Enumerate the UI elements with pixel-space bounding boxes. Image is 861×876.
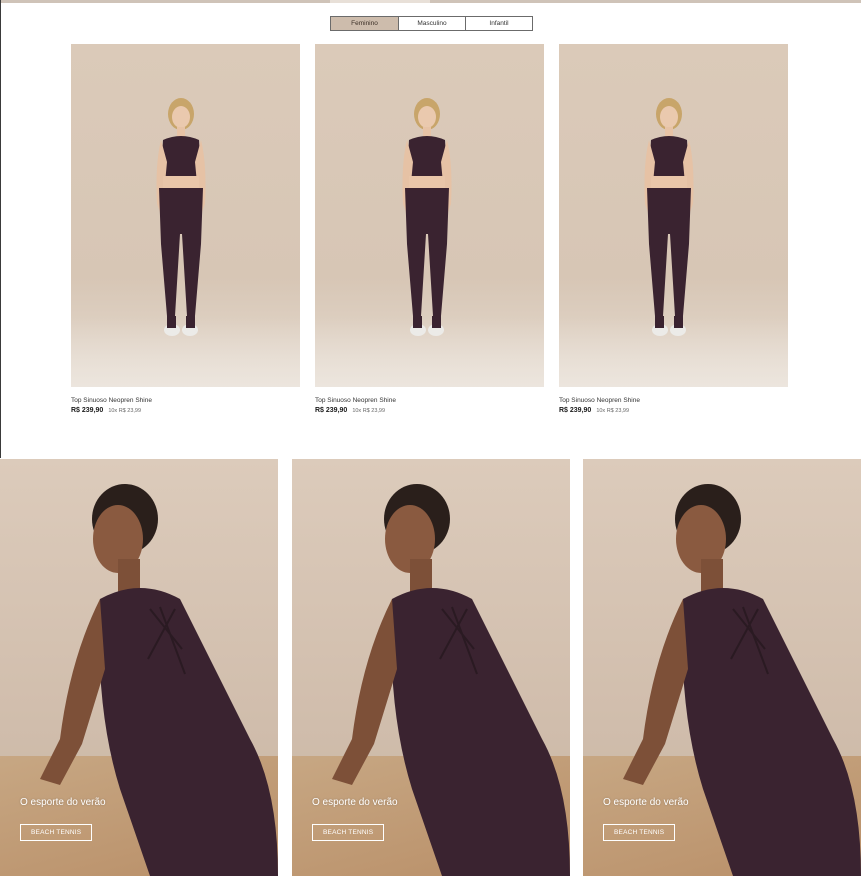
banner-headline: O esporte do verão	[603, 797, 689, 808]
price-row: R$ 239,90 10x R$ 23,99	[315, 407, 544, 414]
product-photo[interactable]	[71, 44, 300, 387]
product-card[interactable]: Top Sinuoso Neopren Shine R$ 239,90 10x …	[71, 44, 300, 414]
product-card[interactable]: Top Sinuoso Neopren Shine R$ 239,90 10x …	[559, 44, 788, 414]
product-photo[interactable]	[315, 44, 544, 387]
promo-banner[interactable]: O esporte do verão BEACH TENNIS	[583, 459, 861, 876]
installments: 10x R$ 23,99	[352, 408, 386, 414]
product-price: R$ 239,90	[71, 407, 104, 414]
athlete-figure	[332, 484, 570, 876]
beach-tennis-button[interactable]: BEACH TENNIS	[20, 824, 93, 841]
model-figure	[156, 98, 206, 336]
athlete-figure	[623, 484, 861, 876]
athlete-figure	[40, 484, 278, 876]
top-strip	[0, 0, 861, 3]
tab-masculino[interactable]: Masculino	[398, 17, 465, 30]
tab-infantil[interactable]: Infantil	[465, 17, 532, 30]
product-price: R$ 239,90	[315, 407, 348, 414]
left-rule	[0, 0, 1, 458]
price-row: R$ 239,90 10x R$ 23,99	[71, 407, 300, 414]
promo-banner[interactable]: O esporte do verão BEACH TENNIS	[292, 459, 570, 876]
category-tabs: Feminino Masculino Infantil	[330, 16, 533, 31]
product-name[interactable]: Top Sinuoso Neopren Shine	[315, 397, 544, 404]
model-figure	[402, 98, 452, 336]
tab-feminino[interactable]: Feminino	[331, 17, 398, 30]
banner-headline: O esporte do verão	[312, 797, 398, 808]
banner-headline: O esporte do verão	[20, 797, 106, 808]
product-card[interactable]: Top Sinuoso Neopren Shine R$ 239,90 10x …	[315, 44, 544, 414]
installments: 10x R$ 23,99	[596, 408, 630, 414]
product-name[interactable]: Top Sinuoso Neopren Shine	[71, 397, 300, 404]
promo-banner[interactable]: O esporte do verão BEACH TENNIS	[0, 459, 278, 876]
price-row: R$ 239,90 10x R$ 23,99	[559, 407, 788, 414]
product-name[interactable]: Top Sinuoso Neopren Shine	[559, 397, 788, 404]
model-figure	[644, 98, 694, 336]
top-strip-mark	[330, 0, 430, 3]
product-photo[interactable]	[559, 44, 788, 387]
product-price: R$ 239,90	[559, 407, 592, 414]
beach-tennis-button[interactable]: BEACH TENNIS	[603, 824, 676, 841]
installments: 10x R$ 23,99	[108, 408, 142, 414]
beach-tennis-button[interactable]: BEACH TENNIS	[312, 824, 385, 841]
